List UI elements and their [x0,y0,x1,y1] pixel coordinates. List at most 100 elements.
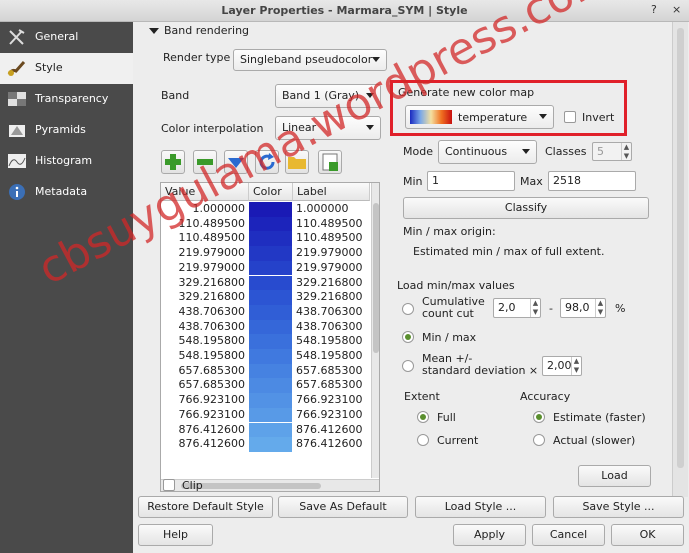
row-label[interactable]: 219.979000 [294,261,362,274]
table-row[interactable]: 219.979000 219.979000 [161,246,370,261]
cumulative-low-spinbox[interactable]: 2,0 ▲ ▼ [493,298,541,318]
minmax-radio[interactable] [402,331,414,343]
row-value[interactable]: 548.195800 [161,334,249,347]
table-row[interactable]: 329.216800 329.216800 [161,275,370,291]
row-color-swatch[interactable] [249,246,292,261]
row-color-swatch[interactable] [249,202,292,217]
row-value[interactable]: 766.923100 [161,408,249,421]
collapse-arrow-icon[interactable] [149,28,159,34]
row-color-swatch[interactable] [249,319,292,335]
load-style-button[interactable]: Load Style ... [415,496,546,518]
extent-full-radio[interactable] [417,411,429,423]
spinner-arrows-icon[interactable]: ▲ ▼ [571,357,581,375]
accuracy-estimate-radio[interactable] [533,411,545,423]
colormap-table[interactable]: Value Color Label 1.000000 1.000000 110.48… [160,182,380,492]
row-value[interactable]: 657.685300 [161,378,249,391]
table-row[interactable]: 876.412600 876.412600 [161,422,370,438]
cumulative-radio[interactable] [402,303,414,315]
accuracy-actual-radio[interactable] [533,434,545,446]
row-value[interactable]: 329.216800 [161,290,249,303]
min-input[interactable]: 1 [427,171,515,191]
row-value[interactable]: 876.412600 [161,437,249,450]
sidebar-item-pyramids[interactable]: Pyramids [0,115,133,146]
row-color-swatch[interactable] [249,260,292,276]
row-label[interactable]: 548.195800 [294,334,362,347]
table-row[interactable]: 110.489500 110.489500 [161,231,370,247]
ok-button[interactable]: OK [611,524,684,546]
max-input[interactable]: 2518 [548,171,636,191]
row-color-swatch[interactable] [249,231,292,247]
invert-checkbox[interactable] [564,111,576,123]
row-value[interactable]: 438.706300 [161,305,249,318]
export-colormap-button[interactable] [318,150,342,174]
clip-checkbox[interactable] [163,479,175,491]
table-row[interactable]: 438.706300 438.706300 [161,304,370,320]
sidebar-item-metadata[interactable]: Metadata [0,177,133,208]
color-ramp-select[interactable]: temperature [405,105,554,129]
spinner-arrows-icon[interactable]: ▲ ▼ [621,143,631,160]
row-label[interactable]: 548.195800 [294,349,362,362]
row-color-swatch[interactable] [249,437,292,452]
row-value[interactable]: 329.216800 [161,276,249,289]
spinner-arrows-icon[interactable]: ▲ ▼ [530,299,540,317]
table-row[interactable]: 657.685300 657.685300 [161,363,370,379]
row-color-swatch[interactable] [249,216,292,232]
spinner-arrows-icon[interactable]: ▲ ▼ [595,299,605,317]
column-header-label[interactable]: Label [293,183,370,201]
row-label[interactable]: 876.412600 [294,437,362,450]
row-color-swatch[interactable] [249,304,292,320]
save-as-default-button[interactable]: Save As Default [278,496,408,518]
scrollbar-thumb[interactable] [373,203,379,353]
row-label[interactable]: 110.489500 [294,231,362,244]
row-color-swatch[interactable] [249,290,292,305]
row-label[interactable]: 1.000000 [294,202,349,215]
row-value[interactable]: 657.685300 [161,364,249,377]
row-label[interactable]: 876.412600 [294,423,362,436]
row-label[interactable]: 657.685300 [294,378,362,391]
mean-stddev-radio[interactable] [402,360,414,372]
row-color-swatch[interactable] [249,334,292,349]
load-minmax-button[interactable]: Load [578,465,651,487]
mode-select[interactable]: Continuous [438,140,537,164]
row-label[interactable]: 329.216800 [294,290,362,303]
row-value[interactable]: 438.706300 [161,320,249,333]
table-row[interactable]: 657.685300 657.685300 [161,378,370,394]
row-color-swatch[interactable] [249,393,292,408]
table-row[interactable]: 766.923100 766.923100 [161,407,370,423]
row-value[interactable]: 766.923100 [161,393,249,406]
sidebar-item-general[interactable]: General [0,22,133,53]
row-color-swatch[interactable] [249,422,292,438]
row-label[interactable]: 657.685300 [294,364,362,377]
sidebar-item-style[interactable]: Style [0,53,133,84]
row-label[interactable]: 438.706300 [294,305,362,318]
row-value[interactable]: 110.489500 [161,231,249,244]
help-button[interactable]: Help [138,524,213,546]
row-value[interactable]: 219.979000 [161,246,249,259]
row-value[interactable]: 876.412600 [161,423,249,436]
row-label[interactable]: 329.216800 [294,276,362,289]
row-value[interactable]: 548.195800 [161,349,249,362]
stddev-spinbox[interactable]: 2,00 ▲ ▼ [542,356,582,376]
apply-button[interactable]: Apply [453,524,526,546]
render-type-select[interactable]: Singleband pseudocolor [233,49,387,71]
row-label[interactable]: 766.923100 [294,408,362,421]
cancel-button[interactable]: Cancel [532,524,605,546]
table-row[interactable]: 438.706300 438.706300 [161,319,370,335]
row-color-swatch[interactable] [249,275,292,291]
table-row[interactable]: 548.195800 548.195800 [161,334,370,349]
table-row[interactable]: 876.412600 876.412600 [161,437,370,452]
row-color-swatch[interactable] [249,407,292,423]
save-style-button[interactable]: Save Style ... [553,496,684,518]
table-row[interactable]: 548.195800 548.195800 [161,349,370,364]
row-color-swatch[interactable] [249,349,292,364]
table-row[interactable]: 766.923100 766.923100 [161,393,370,408]
close-icon[interactable]: × [672,3,681,16]
restore-default-style-button[interactable]: Restore Default Style [138,496,273,518]
row-color-swatch[interactable] [249,363,292,379]
row-label[interactable]: 219.979000 [294,246,362,259]
sidebar-item-histogram[interactable]: Histogram [0,146,133,177]
table-row[interactable]: 329.216800 329.216800 [161,290,370,305]
row-label[interactable]: 110.489500 [294,217,362,230]
sidebar-item-transparency[interactable]: Transparency [0,84,133,115]
row-value[interactable]: 219.979000 [161,261,249,274]
